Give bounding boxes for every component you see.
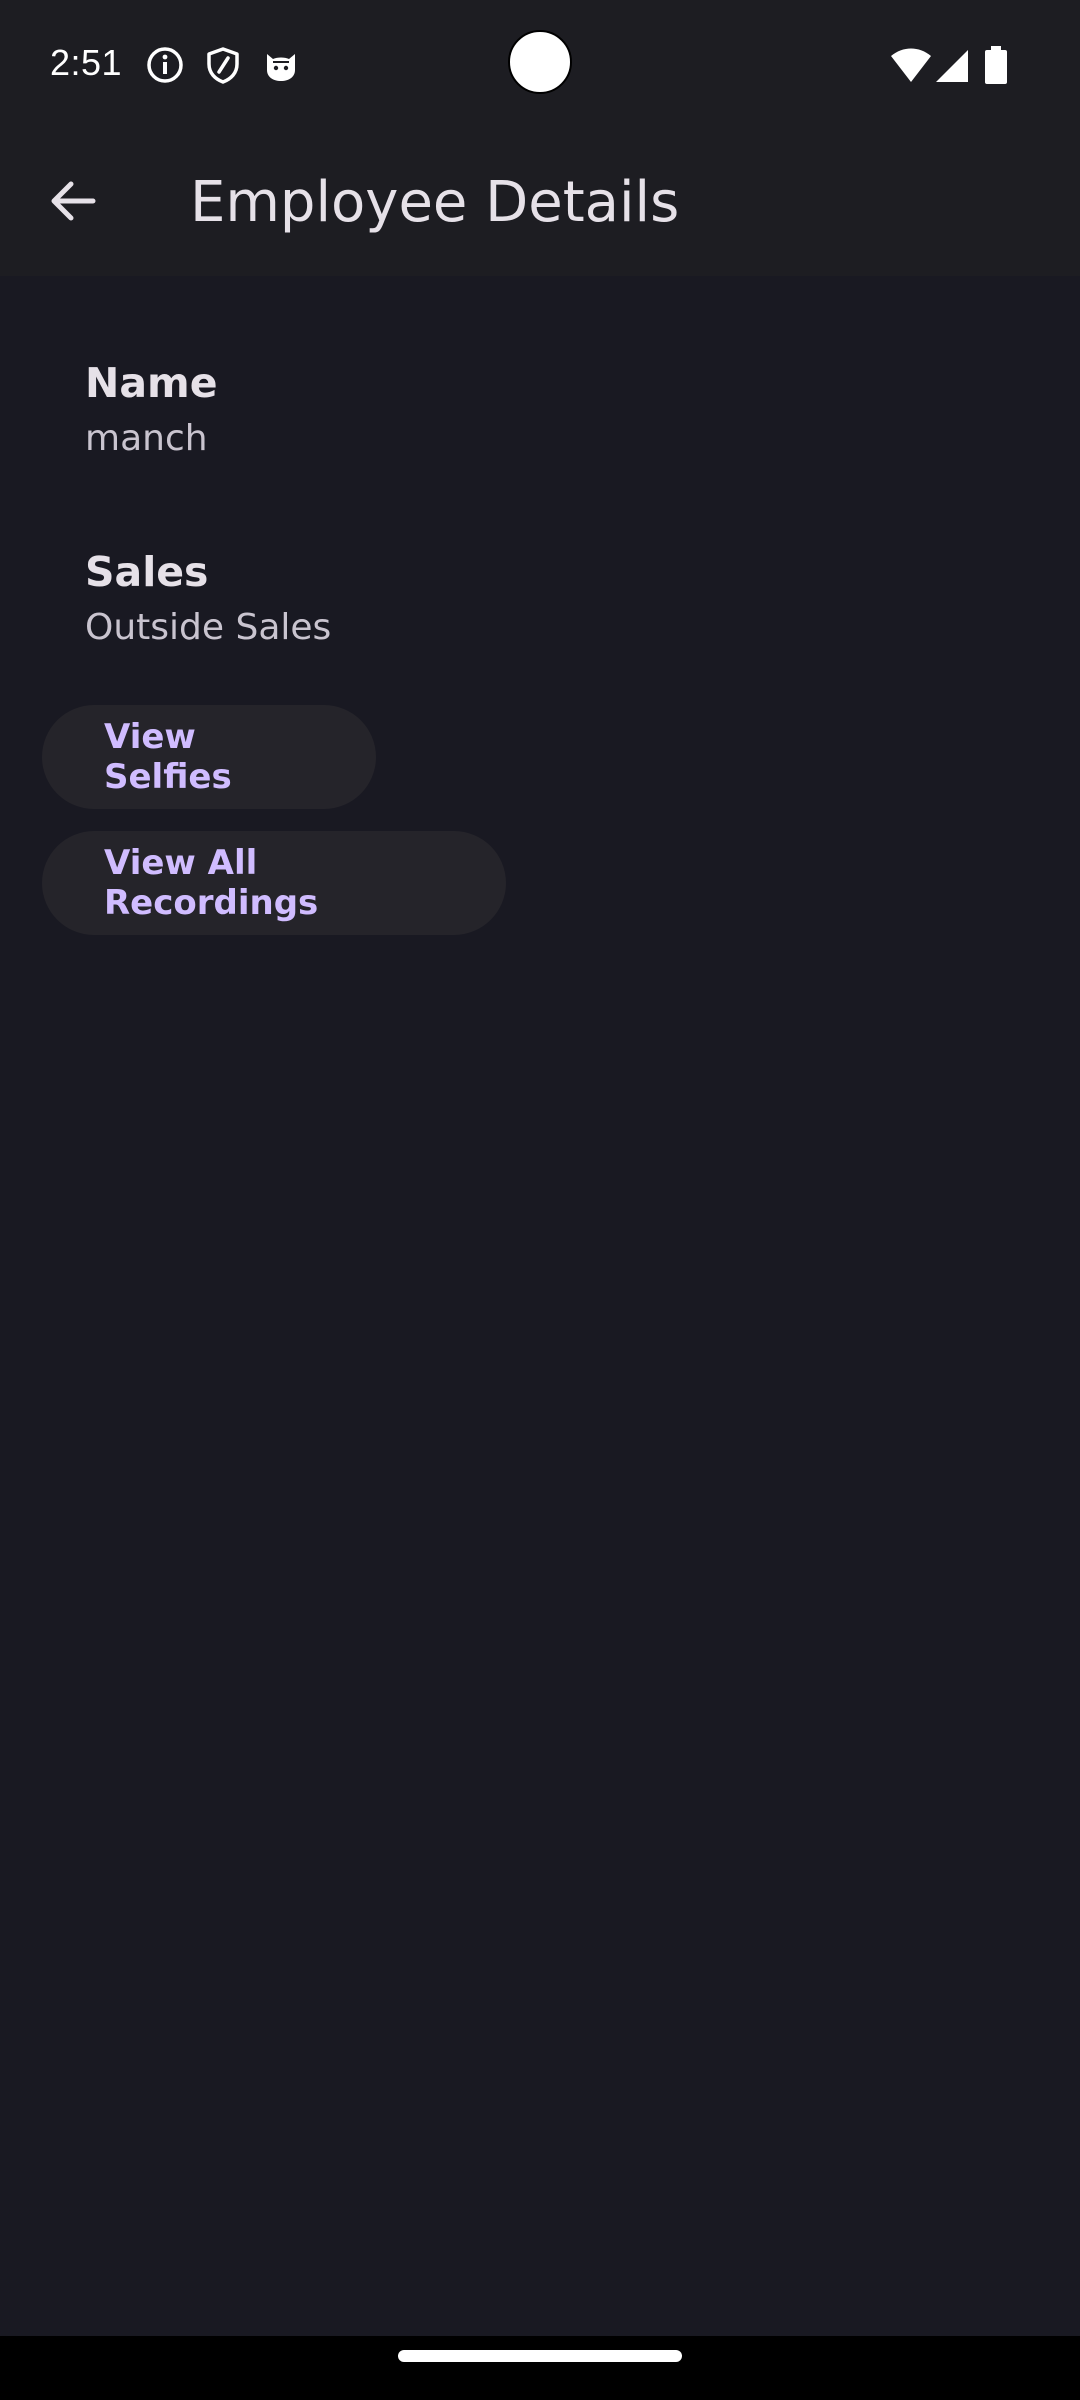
wifi-icon <box>890 46 932 84</box>
info-icon <box>146 46 184 84</box>
department-label: Sales <box>85 548 209 596</box>
employee-details-screen: 2:51 Employee Details Name manch Sales O… <box>0 0 1080 2400</box>
view-all-recordings-button[interactable]: View All Recordings <box>42 831 506 935</box>
name-field: Name manch <box>85 355 218 467</box>
view-selfies-button[interactable]: View Selfies <box>42 705 376 809</box>
home-indicator[interactable] <box>398 2350 682 2362</box>
view-all-recordings-label: View All Recordings <box>104 843 319 923</box>
view-selfies-label: View Selfies <box>104 717 232 797</box>
arrow-left-icon <box>49 179 97 228</box>
navigation-bar <box>0 2336 1080 2400</box>
department-value: Outside Sales <box>85 607 332 648</box>
signal-icon <box>934 48 970 84</box>
top-app-bar: Employee Details <box>0 128 1080 276</box>
camera-cutout <box>508 30 572 94</box>
status-time: 2:51 <box>50 42 123 83</box>
battery-icon <box>984 46 1008 84</box>
cat-icon <box>262 46 300 84</box>
status-bar: 2:51 <box>0 0 1080 128</box>
department-field: Sales Outside Sales <box>85 544 331 656</box>
shield-icon <box>204 46 242 84</box>
name-label: Name <box>85 359 218 407</box>
back-button[interactable] <box>40 170 106 236</box>
page-title: Employee Details <box>190 170 680 235</box>
name-value: manch <box>85 418 208 459</box>
